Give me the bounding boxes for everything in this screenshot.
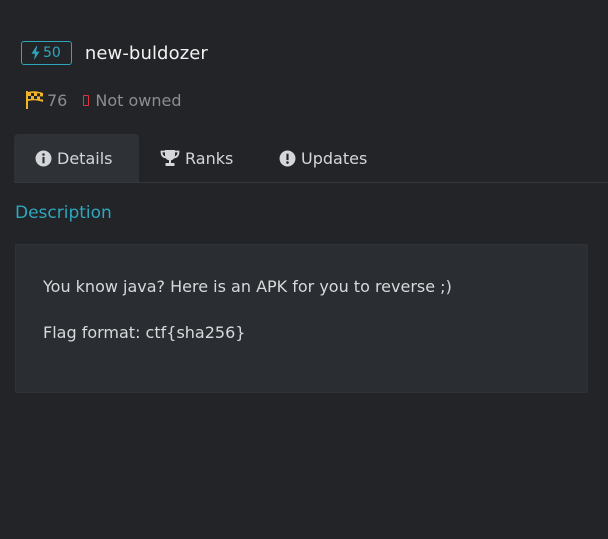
exclamation-circle-icon — [279, 150, 296, 166]
bolt-icon — [31, 46, 40, 60]
flag-format-text: Flag format: ctf{sha256} — [43, 323, 246, 342]
ownership-status: Not owned — [83, 90, 182, 110]
trophy-icon — [160, 149, 180, 166]
challenge-tabs: Details Ranks Updates — [14, 134, 608, 183]
challenge-title: new-buldozer — [84, 42, 208, 64]
tab-ranks[interactable]: Ranks — [139, 134, 259, 182]
info-circle-icon — [35, 150, 52, 166]
tab-details-label: Details — [57, 148, 113, 168]
tab-updates-label: Updates — [301, 148, 368, 168]
checkered-flag-icon — [26, 91, 43, 109]
challenge-header: 50 new-buldozer — [21, 41, 208, 65]
description-heading: Description — [15, 203, 112, 223]
ownership-label: Not owned — [95, 90, 182, 110]
challenge-meta: 76 Not owned — [25, 90, 182, 110]
solves-count: 76 — [25, 91, 67, 110]
points-badge: 50 — [21, 41, 72, 65]
solves-value: 76 — [47, 90, 68, 110]
description-card: You know java? Here is an APK for you to… — [15, 244, 588, 393]
points-value: 50 — [43, 45, 61, 61]
tab-ranks-label: Ranks — [185, 148, 234, 168]
tab-updates[interactable]: Updates — [259, 134, 367, 182]
not-owned-icon — [83, 94, 90, 106]
tab-details[interactable]: Details — [14, 134, 139, 182]
description-text: You know java? Here is an APK for you to… — [43, 277, 452, 296]
